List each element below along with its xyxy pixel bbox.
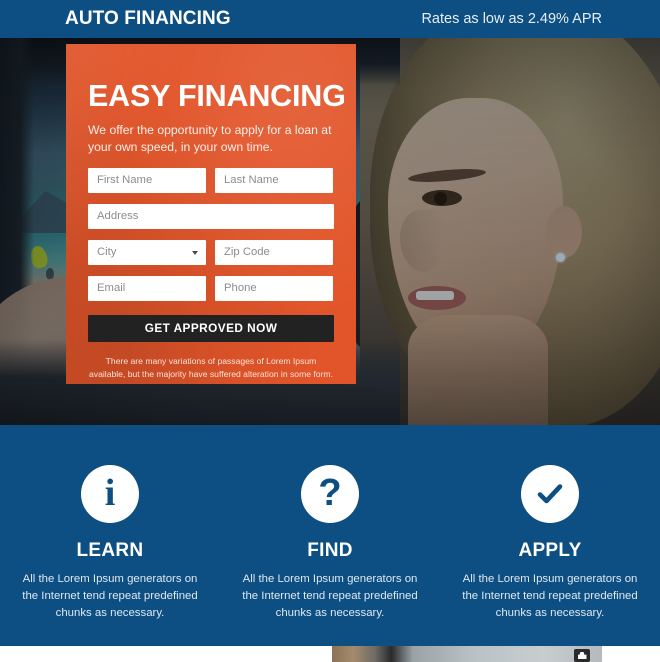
feature-apply[interactable]: APPLY All the Lorem Ipsum generators on …	[440, 465, 660, 622]
email-input[interactable]	[88, 275, 206, 301]
badge-icon	[574, 649, 590, 662]
city-select[interactable]	[88, 239, 206, 265]
question-mark-icon: ?	[301, 465, 359, 523]
feature-find[interactable]: ? FIND All the Lorem Ipsum generators on…	[220, 465, 440, 622]
feature-find-title: FIND	[307, 540, 353, 561]
feature-find-description: All the Lorem Ipsum generators on the In…	[242, 573, 418, 619]
get-approved-now-button[interactable]: GET APPROVED NOW	[88, 314, 334, 342]
info-icon-glyph: i	[104, 472, 116, 514]
first-name-input[interactable]	[88, 167, 206, 193]
city-select-wrapper[interactable]	[88, 239, 206, 265]
top-header-bar: AUTO FINANCING Rates as low as 2.49% APR	[0, 0, 660, 38]
phone-input[interactable]	[215, 275, 333, 301]
info-icon: i	[81, 465, 139, 523]
next-section-photo	[332, 646, 602, 662]
form-row-city-zip	[88, 239, 334, 265]
feature-apply-title: APPLY	[518, 540, 582, 561]
rate-tagline: Rates as low as 2.49% APR	[421, 11, 602, 27]
last-name-input[interactable]	[215, 167, 333, 193]
form-headline: EASY FINANCING	[88, 79, 346, 113]
checkmark-icon-svg	[537, 484, 563, 504]
form-row-name	[88, 167, 334, 193]
form-disclaimer-text: There are many variations of passages of…	[89, 355, 333, 379]
landing-page: AUTO FINANCING Rates as low as 2.49% APR	[0, 0, 660, 662]
feature-learn[interactable]: i LEARN All the Lorem Ipsum generators o…	[0, 465, 220, 622]
question-mark-icon-glyph: ?	[318, 472, 342, 514]
form-row-address	[88, 203, 334, 229]
checkmark-icon	[521, 465, 579, 523]
financing-application-form: GET APPROVED NOW	[88, 167, 334, 342]
features-grid: i LEARN All the Lorem Ipsum generators o…	[0, 425, 660, 622]
form-row-contact	[88, 275, 334, 301]
zip-code-input[interactable]	[215, 239, 333, 265]
site-logo[interactable]: AUTO FINANCING	[65, 8, 231, 30]
feature-learn-title: LEARN	[76, 540, 144, 561]
feature-apply-description: All the Lorem Ipsum generators on the In…	[462, 573, 638, 619]
features-section: i LEARN All the Lorem Ipsum generators o…	[0, 425, 660, 646]
form-inner-wrapper: EASY FINANCING We offer the opportunity …	[66, 80, 356, 380]
next-section-preview	[0, 646, 660, 662]
address-input[interactable]	[88, 203, 334, 229]
lead-capture-form-panel: EASY FINANCING We offer the opportunity …	[66, 44, 356, 384]
form-subheadline: We offer the opportunity to apply for a …	[88, 123, 332, 155]
feature-learn-description: All the Lorem Ipsum generators on the In…	[22, 573, 198, 619]
